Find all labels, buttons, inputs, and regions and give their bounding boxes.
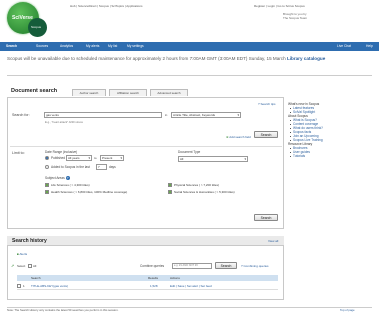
section-divider xyxy=(10,146,282,147)
search-history-title: Search history xyxy=(12,238,47,244)
footer-note: Note: The Search History only contains t… xyxy=(7,308,119,312)
date-from-select[interactable]: All years ▾ xyxy=(66,155,92,161)
info-sidebar: What's new in Scopus Latest features Sci… xyxy=(288,102,368,158)
date-to-value: Present xyxy=(102,156,113,160)
subject-life-checkbox[interactable] xyxy=(45,183,49,187)
doc-type-select[interactable]: All ▾ xyxy=(178,156,248,162)
select-all-checkbox[interactable] xyxy=(28,264,32,268)
sidebar-link-scival[interactable]: SciVal Spotlight xyxy=(288,110,368,114)
search-button-bottom[interactable]: Search xyxy=(254,214,278,221)
combining-tips-link[interactable]: ? Combining queries xyxy=(241,264,269,268)
alerts-label: Alerts xyxy=(19,252,28,256)
search-tips-link[interactable]: ? Search tips xyxy=(258,102,276,106)
select-label: Select xyxy=(17,264,26,268)
combining-tips-label: Combining queries xyxy=(243,264,269,268)
subject-areas-text: Subject Areas xyxy=(45,176,65,180)
nav-live-chat[interactable]: Live Chat xyxy=(337,44,351,48)
nav-alerts[interactable]: My alerts xyxy=(86,44,99,48)
col-actions: Actions xyxy=(170,276,180,280)
maintenance-notice: Scopus will be unavailable due to schedu… xyxy=(7,55,372,62)
tab-affiliation-search[interactable]: Affiliation search xyxy=(109,89,147,96)
row-checkbox[interactable] xyxy=(17,284,21,288)
document-search-title: Document search xyxy=(11,88,58,94)
added-label: Added to Scopus in the last xyxy=(51,165,90,169)
search-tips-label: Search tips xyxy=(260,102,276,106)
subject-life-label: Life Sciences ( > 4,300 titles) xyxy=(51,183,90,187)
nav-analytics[interactable]: Analytics xyxy=(60,44,73,48)
subject-social-checkbox[interactable] xyxy=(168,190,172,194)
top-of-page-link[interactable]: Top of page xyxy=(340,308,355,312)
account-links[interactable]: Register | Login | Go to Scirus Scopus xyxy=(254,4,305,8)
doc-type-label: Document Type xyxy=(178,150,201,154)
search-button[interactable]: Search xyxy=(254,131,278,138)
select-all-label: All xyxy=(33,264,37,268)
library-catalogue-link[interactable]: Library catalogue xyxy=(287,56,325,61)
chevron-down-icon: ▾ xyxy=(237,113,239,117)
nav-search[interactable]: Search xyxy=(6,44,17,48)
added-days-select[interactable]: 7 xyxy=(96,164,107,170)
scopus-logo[interactable]: Scopus xyxy=(28,18,47,37)
query-example: E.g., "heart attack" AND stress xyxy=(45,120,83,124)
row-actions[interactable]: Edit | Save | Set alert | Set feed xyxy=(170,284,212,288)
chevron-down-icon: ▾ xyxy=(120,156,122,160)
divider xyxy=(7,75,372,76)
combine-queries-input[interactable]: e.g. #1 AND NOT #3 xyxy=(172,263,212,269)
question-icon: ? xyxy=(241,264,243,268)
top-links[interactable]: Hub | ScienceDirect | Scopus | SciTopics… xyxy=(70,4,142,8)
subject-health-label: Health Sciences ( > 6,800 titles, 100% M… xyxy=(51,190,128,194)
search-history-header xyxy=(7,236,284,246)
view-all-link[interactable]: View all xyxy=(268,239,278,243)
chevron-down-icon: ▾ xyxy=(244,157,246,161)
notice-text: Scopus will be unavailable due to schedu… xyxy=(7,56,286,61)
subject-health-checkbox[interactable] xyxy=(45,190,49,194)
subject-areas-label: Subject Areas ? xyxy=(45,176,70,180)
chevron-down-icon: ▾ xyxy=(88,156,90,160)
sidebar-link-training[interactable]: Scopus Live Training xyxy=(288,138,368,142)
doc-type-value: All xyxy=(180,157,184,161)
row-number: 1 xyxy=(23,284,25,288)
days-label: days xyxy=(109,165,116,169)
tab-advanced-search[interactable]: Advanced search xyxy=(150,89,188,96)
row-query[interactable]: TITLE-ABS-KEY(gas vents) xyxy=(31,284,68,288)
brought-by: Brought to you by The Scopus Team xyxy=(283,12,307,20)
limit-to-label: Limit to: xyxy=(12,151,25,155)
nav-list[interactable]: My list xyxy=(108,44,117,48)
nav-help[interactable]: Help xyxy=(366,44,373,48)
search-query-input[interactable]: gas vents xyxy=(44,112,162,118)
sidebar-link-tutorials[interactable]: Tutorials xyxy=(288,154,368,158)
question-icon: ? xyxy=(258,102,260,106)
date-to-select[interactable]: Present ▾ xyxy=(100,155,124,161)
field-select[interactable]: Article Title, Abstract, Keywords ▾ xyxy=(171,112,241,118)
subject-physical-label: Physical Sciences ( > 7,200 titles) xyxy=(174,183,219,187)
nav-sources[interactable]: Sources xyxy=(36,44,48,48)
published-radio[interactable] xyxy=(45,156,49,160)
added-radio[interactable] xyxy=(45,165,49,169)
main-nav: Search Sources Analytics My alerts My li… xyxy=(0,42,379,51)
search-for-label: Search for: xyxy=(12,113,30,117)
combine-search-button[interactable]: Search xyxy=(215,262,237,269)
row-results[interactable]: 1,528 xyxy=(150,284,158,288)
added-days-value: 7 xyxy=(98,165,100,169)
info-icon[interactable]: ? xyxy=(65,176,70,180)
date-range-label: Date Range (inclusive) xyxy=(45,150,78,154)
col-results: Results xyxy=(148,276,159,280)
add-search-field-link[interactable]: ⊕ Add search field xyxy=(226,135,251,139)
subject-social-label: Social Sciences & Humanities ( > 5,300 t… xyxy=(174,190,235,194)
arrow-icon: ➚ xyxy=(11,263,15,268)
field-in-label: in xyxy=(165,113,168,117)
add-search-field-label: Add search field xyxy=(229,135,251,139)
field-select-value: Article Title, Abstract, Keywords xyxy=(173,113,216,117)
logo-text-secondary: Scopus xyxy=(31,25,42,29)
date-from-value: All years xyxy=(68,156,80,160)
nav-settings[interactable]: My settings xyxy=(127,44,144,48)
published-label: Published xyxy=(51,156,65,160)
brought-by-line2: The Scopus Team xyxy=(283,16,308,20)
col-search: Search xyxy=(31,276,41,280)
table-row: 1 TITLE-ABS-KEY(gas vents) 1,528 Edit | … xyxy=(17,281,278,290)
tab-author-search[interactable]: Author search xyxy=(72,89,106,96)
subject-physical-checkbox[interactable] xyxy=(168,183,172,187)
date-to-label: to xyxy=(94,156,97,160)
alerts-link[interactable]: ■ Alerts xyxy=(17,252,27,256)
combine-queries-label: Combine queries xyxy=(140,264,165,268)
